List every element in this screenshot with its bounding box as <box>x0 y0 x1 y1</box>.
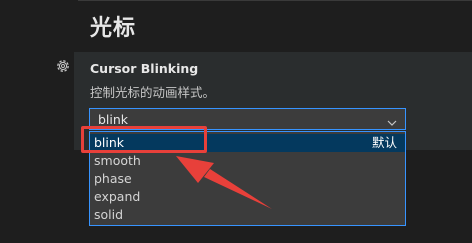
option-label: solid <box>94 207 124 222</box>
option-label: phase <box>94 171 132 186</box>
editor-top-border <box>78 0 472 1</box>
option-label: smooth <box>94 153 141 168</box>
cursor-blinking-select[interactable]: blink <box>89 108 406 130</box>
option-label: expand <box>94 189 141 204</box>
dropdown-option-blink[interactable]: blink 默认 <box>90 134 405 152</box>
settings-editor: 光标 Cursor Blinking 控制光标的动画样式。 blink blin… <box>0 0 472 243</box>
dropdown-list: blink 默认 smooth phase expand solid <box>89 131 406 226</box>
section-title: 光标 <box>90 16 137 41</box>
dropdown-option-phase[interactable]: phase <box>90 170 405 188</box>
setting-description: 控制光标的动画样式。 <box>90 85 216 100</box>
default-badge: 默认 <box>371 135 397 150</box>
option-label: blink <box>94 135 125 150</box>
dropdown-option-expand[interactable]: expand <box>90 188 405 206</box>
gear-icon[interactable] <box>55 58 71 74</box>
dropdown-option-smooth[interactable]: smooth <box>90 152 405 170</box>
chevron-down-icon <box>386 114 398 126</box>
select-current-value: blink <box>98 112 129 127</box>
dropdown-option-solid[interactable]: solid <box>90 206 405 224</box>
setting-name: Cursor Blinking <box>90 61 199 76</box>
